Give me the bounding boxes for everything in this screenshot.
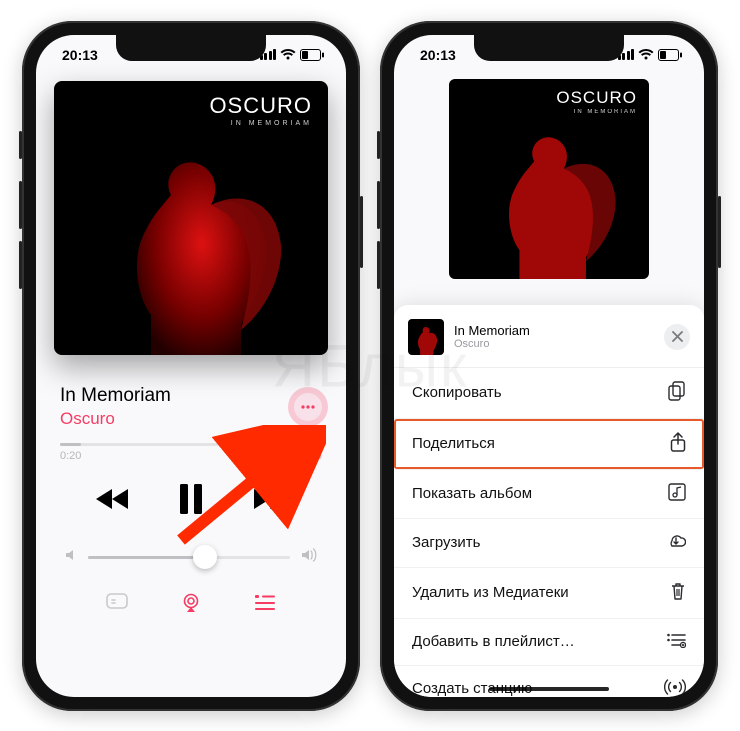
status-indicators bbox=[618, 49, 683, 61]
menu-item-album[interactable]: Показать альбом bbox=[394, 470, 704, 519]
menu-item-label: Показать альбом bbox=[412, 485, 532, 502]
album-art-title: OSCURO IN MEMORIAM bbox=[556, 89, 637, 115]
screen-right: 20:13 OSCURO IN MEMORIAM bbox=[394, 35, 704, 697]
notch bbox=[474, 35, 624, 61]
comparison-stage: ЯБлык 20:13 bbox=[0, 0, 740, 731]
menu-item-label: Загрузить bbox=[412, 534, 481, 551]
remaining-time: -3:58 bbox=[297, 450, 322, 462]
copy-icon bbox=[668, 381, 686, 405]
menu-item-label: Удалить из Медиатеки bbox=[412, 584, 569, 601]
menu-item-label: Поделиться bbox=[412, 435, 495, 452]
track-meta-row: In Memoriam Oscuro bbox=[54, 385, 328, 429]
battery-icon bbox=[300, 49, 324, 61]
home-indicator[interactable] bbox=[489, 687, 609, 691]
phone-left: 20:13 OSCURO IN MEMORIAM bbox=[22, 21, 360, 711]
track-title: In Memoriam bbox=[60, 385, 171, 407]
volume-low-icon bbox=[64, 548, 78, 567]
share-icon bbox=[670, 432, 686, 456]
action-sheet: In Memoriam Oscuro Скопировать Поделиться… bbox=[394, 305, 704, 697]
volume-down-button bbox=[19, 241, 22, 289]
trash-icon bbox=[670, 581, 686, 605]
battery-icon bbox=[658, 49, 682, 61]
playback-controls bbox=[54, 484, 328, 514]
bottom-bar bbox=[54, 593, 328, 618]
sheet-thumbnail bbox=[408, 319, 444, 355]
now-playing-view: OSCURO IN MEMORIAM bbox=[36, 75, 346, 618]
sheet-title: In Memoriam bbox=[454, 323, 664, 338]
album-art-background: OSCURO IN MEMORIAM bbox=[449, 79, 649, 279]
album-art-title: OSCURO IN MEMORIAM bbox=[209, 95, 312, 127]
airplay-button[interactable] bbox=[180, 593, 202, 618]
download-icon bbox=[666, 532, 686, 554]
album-art-figure bbox=[91, 135, 291, 355]
queue-button[interactable] bbox=[254, 593, 276, 618]
status-time: 20:13 bbox=[420, 47, 456, 63]
screen-left: 20:13 OSCURO IN MEMORIAM bbox=[36, 35, 346, 697]
album-icon bbox=[668, 483, 686, 505]
menu-item-addlist[interactable]: Добавить в плейлист… bbox=[394, 619, 704, 666]
album-art[interactable]: OSCURO IN MEMORIAM bbox=[54, 81, 328, 355]
sheet-header: In Memoriam Oscuro bbox=[394, 317, 704, 367]
mute-switch bbox=[377, 131, 380, 159]
menu-item-label: Добавить в плейлист… bbox=[412, 633, 575, 650]
menu-item-download[interactable]: Загрузить bbox=[394, 519, 704, 568]
menu-item-share[interactable]: Поделиться bbox=[394, 419, 704, 470]
close-button[interactable] bbox=[664, 324, 690, 350]
more-button[interactable] bbox=[294, 393, 322, 421]
volume-up-button bbox=[377, 181, 380, 229]
phone-right: 20:13 OSCURO IN MEMORIAM bbox=[380, 21, 718, 711]
volume-high-icon bbox=[300, 548, 318, 567]
scrubber[interactable]: 0:20 -3:58 bbox=[54, 443, 328, 462]
pause-button[interactable] bbox=[178, 484, 204, 514]
more-icon bbox=[301, 405, 315, 409]
next-button[interactable] bbox=[250, 487, 286, 511]
power-button bbox=[718, 196, 721, 268]
mute-switch bbox=[19, 131, 22, 159]
close-icon bbox=[672, 331, 683, 342]
action-menu: Скопировать Поделиться Показать альбом Загр… bbox=[394, 368, 704, 697]
album-art-figure bbox=[474, 117, 624, 279]
wifi-icon bbox=[638, 49, 654, 61]
prev-button[interactable] bbox=[96, 487, 132, 511]
menu-item-trash[interactable]: Удалить из Медиатеки bbox=[394, 568, 704, 619]
status-time: 20:13 bbox=[62, 47, 98, 63]
volume-slider[interactable] bbox=[54, 548, 328, 567]
menu-item-copy[interactable]: Скопировать bbox=[394, 368, 704, 419]
addlist-icon bbox=[666, 632, 686, 652]
menu-item-station[interactable]: Создать станцию bbox=[394, 666, 704, 697]
volume-down-button bbox=[377, 241, 380, 289]
notch bbox=[116, 35, 266, 61]
track-artist[interactable]: Oscuro bbox=[60, 409, 171, 429]
lyrics-button[interactable] bbox=[106, 593, 128, 618]
wifi-icon bbox=[280, 49, 296, 61]
volume-up-button bbox=[19, 181, 22, 229]
status-indicators bbox=[260, 49, 325, 61]
track-titles: In Memoriam Oscuro bbox=[60, 385, 171, 429]
power-button bbox=[360, 196, 363, 268]
station-icon bbox=[664, 679, 686, 697]
menu-item-label: Скопировать bbox=[412, 384, 502, 401]
elapsed-time: 0:20 bbox=[60, 450, 81, 462]
sheet-subtitle: Oscuro bbox=[454, 338, 664, 350]
